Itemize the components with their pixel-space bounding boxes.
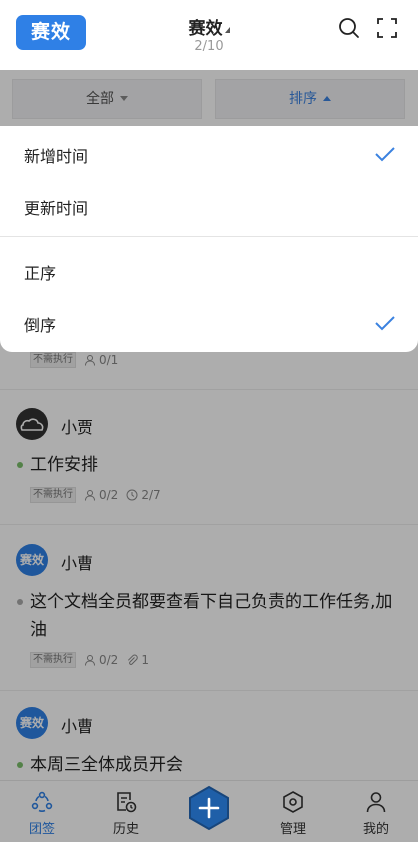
sort-option-updated-time[interactable]: 更新时间: [24, 195, 88, 219]
fullscreen-icon[interactable]: [376, 17, 398, 39]
page-counter: 2/10: [194, 39, 224, 54]
check-icon: [375, 316, 395, 331]
divider: [0, 236, 418, 237]
check-icon: [375, 147, 395, 162]
sort-option-descending[interactable]: 倒序: [24, 312, 56, 336]
add-button[interactable]: [186, 785, 232, 831]
sort-dropdown: 新增时间 更新时间 正序 倒序: [0, 126, 418, 352]
app-header: 赛效 赛效 2/10: [0, 0, 418, 70]
workspace-title-text: 赛效: [188, 19, 223, 39]
search-icon[interactable]: [338, 17, 360, 39]
sort-option-ascending[interactable]: 正序: [24, 260, 56, 284]
sort-option-created-time[interactable]: 新增时间: [24, 143, 88, 167]
caret-icon: [224, 27, 230, 33]
